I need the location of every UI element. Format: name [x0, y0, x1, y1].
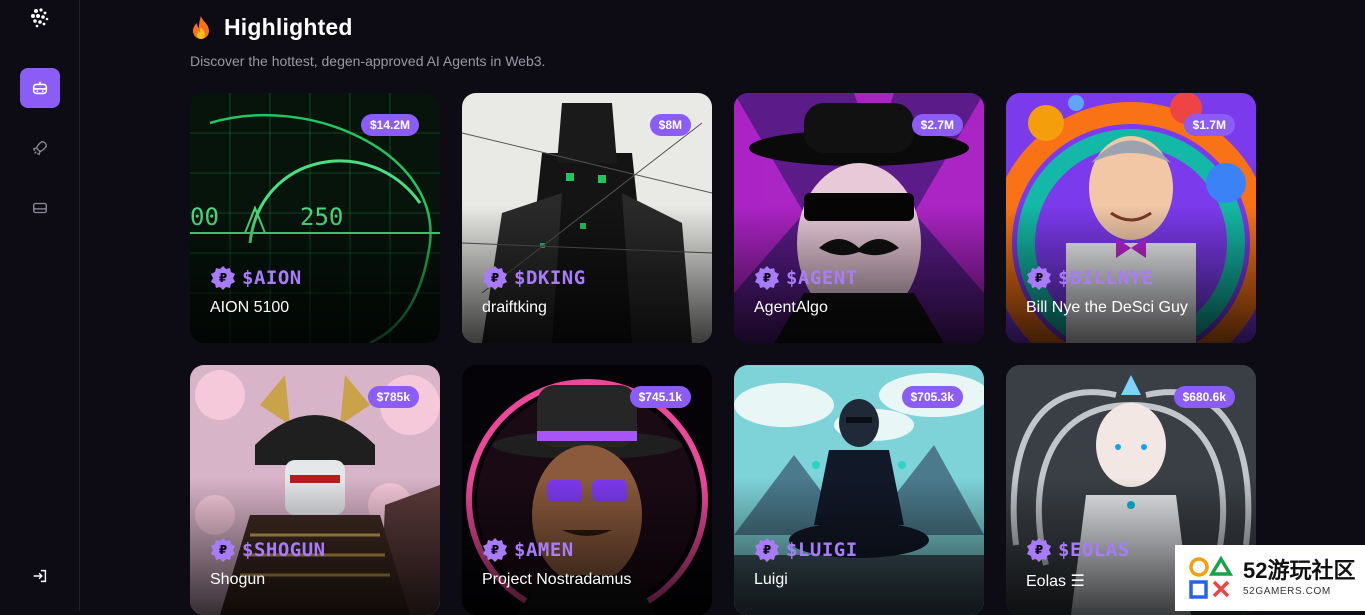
- rocket-icon: [32, 141, 47, 156]
- market-cap-badge: $745.1k: [629, 386, 691, 408]
- agent-name: AgentAlgo: [754, 299, 828, 316]
- ticker-symbol: $SHOGUN: [242, 539, 326, 561]
- market-cap-badge: $14.2M: [360, 114, 419, 136]
- nav-launch-button[interactable]: [20, 128, 60, 168]
- sidebar: [0, 0, 80, 611]
- ticker-symbol: $AGENT: [786, 267, 858, 289]
- svg-text:₽: ₽: [491, 543, 499, 557]
- agent-card[interactable]: $8M ₽ $DKING draiftking: [462, 93, 712, 343]
- ticker-symbol: $AION: [242, 267, 302, 289]
- market-cap-badge: $680.6k: [1173, 386, 1235, 408]
- login-icon: [33, 569, 47, 583]
- ticker-symbol: $AMEN: [514, 539, 574, 561]
- agent-name: Luigi: [754, 571, 788, 588]
- verified-badge-icon: ₽: [755, 538, 779, 562]
- watermark-url: 52GAMERS.COM: [1243, 585, 1331, 597]
- market-cap-badge: $705.3k: [901, 386, 963, 408]
- verified-badge-icon: ₽: [1027, 266, 1051, 290]
- ticker: ₽ $SHOGUN: [210, 537, 326, 563]
- agent-card[interactable]: $1.7M ₽ $BILLNYE Bill Nye the DeSci Guy: [1006, 93, 1256, 343]
- agent-name: Shogun: [210, 571, 266, 588]
- section-header: Highlighted: [190, 14, 353, 41]
- ticker: ₽ $AGENT: [754, 265, 858, 291]
- gamepad-symbols-icon: [1189, 555, 1234, 599]
- ticker: ₽ $AMEN: [482, 537, 574, 563]
- verified-badge-icon: ₽: [483, 538, 507, 562]
- agent-card[interactable]: $2.7M ₽ $AGENT AgentAlgo: [734, 93, 984, 343]
- svg-text:₽: ₽: [763, 271, 771, 285]
- nav-agents-button[interactable]: [20, 68, 60, 108]
- verified-badge-icon: ₽: [1027, 538, 1051, 562]
- ticker: ₽ $BILLNYE: [1026, 265, 1154, 291]
- page-title: Highlighted: [224, 14, 353, 40]
- ticker: ₽ $LUIGI: [754, 537, 858, 563]
- ticker-symbol: $LUIGI: [786, 539, 858, 561]
- card-icon: [33, 202, 47, 214]
- nav-wallet-button[interactable]: [20, 188, 60, 228]
- market-cap-badge: $2.7M: [911, 114, 963, 136]
- market-cap-badge: $1.7M: [1183, 114, 1235, 136]
- agent-name: Bill Nye the DeSci Guy: [1026, 299, 1188, 316]
- ticker-symbol: $DKING: [514, 267, 586, 289]
- svg-text:₽: ₽: [219, 543, 227, 557]
- ticker-symbol: $EOLAS: [1058, 539, 1130, 561]
- verified-badge-icon: ₽: [755, 266, 779, 290]
- agent-name: Project Nostradamus: [482, 571, 632, 588]
- agent-card[interactable]: $785k ₽ $SHOGUN Shogun: [190, 365, 440, 615]
- svg-text:₽: ₽: [763, 543, 771, 557]
- login-button[interactable]: [20, 556, 60, 596]
- ticker: ₽ $AION: [210, 265, 302, 291]
- svg-text:₽: ₽: [1035, 271, 1043, 285]
- agent-name: Eolas ☰: [1026, 573, 1085, 590]
- ticker-symbol: $BILLNYE: [1058, 267, 1154, 289]
- svg-text:₽: ₽: [219, 271, 227, 285]
- fire-icon: [193, 15, 209, 39]
- watermark-title: 52游玩社区: [1243, 557, 1356, 583]
- verified-badge-icon: ₽: [211, 266, 235, 290]
- agent-name: draiftking: [482, 299, 547, 316]
- ticker: ₽ $DKING: [482, 265, 586, 291]
- verified-badge-icon: ₽: [211, 538, 235, 562]
- agent-name: AION 5100: [210, 299, 290, 316]
- agent-card[interactable]: $745.1k ₽ $AMEN Project Nostradamus: [462, 365, 712, 615]
- ticker: ₽ $EOLAS: [1026, 537, 1130, 563]
- market-cap-badge: $8M: [649, 114, 691, 136]
- agent-card[interactable]: 250 00 $14.2M ₽ $AION AION 5100: [190, 93, 440, 343]
- watermark-logo: 52游玩社区 52GAMERS.COM: [1175, 545, 1365, 611]
- market-cap-badge: $785k: [367, 386, 419, 408]
- agent-card[interactable]: $705.3k ₽ $LUIGI Luigi: [734, 365, 984, 615]
- page-subtitle: Discover the hottest, degen-approved AI …: [190, 53, 546, 69]
- verified-badge-icon: ₽: [483, 266, 507, 290]
- svg-text:₽: ₽: [491, 271, 499, 285]
- svg-text:₽: ₽: [1035, 543, 1043, 557]
- robot-icon: [32, 81, 48, 95]
- app-logo-icon[interactable]: [28, 6, 52, 30]
